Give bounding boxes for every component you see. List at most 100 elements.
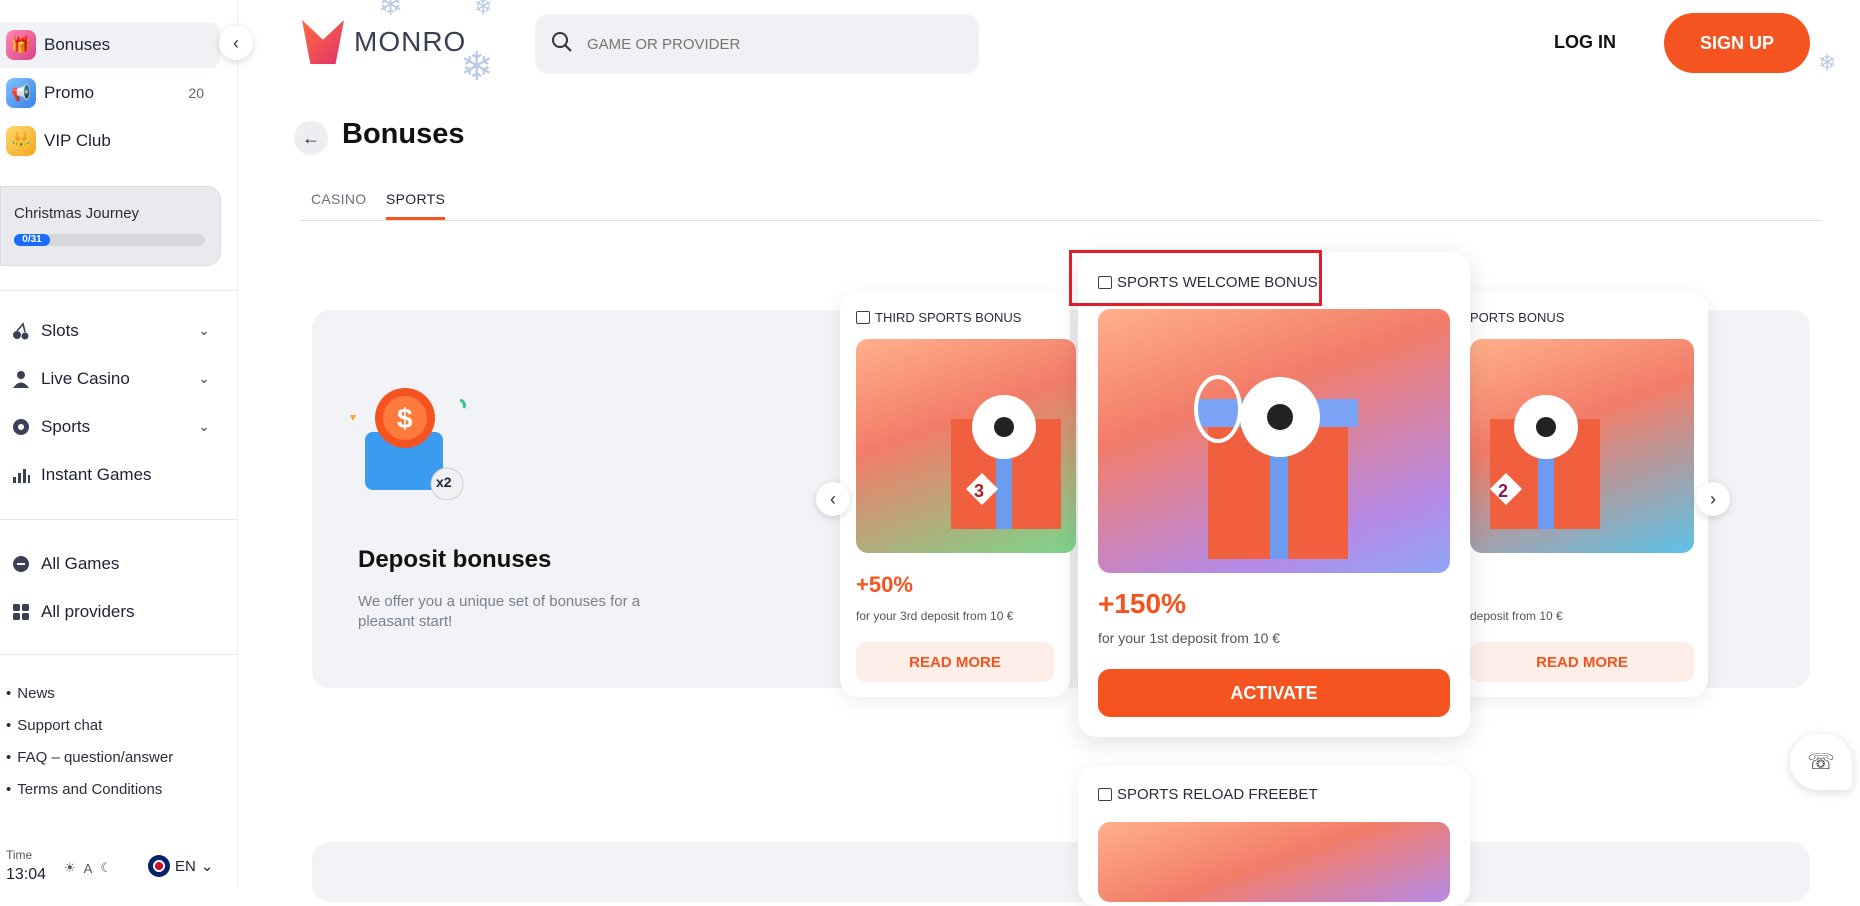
grid-icon <box>10 601 32 623</box>
games-icon <box>10 553 32 575</box>
card-title: SPORTS RELOAD FREEBET <box>1117 786 1318 803</box>
snowflake-icon: ❄ <box>1818 50 1837 75</box>
chart-icon <box>10 464 32 486</box>
sidebar-item-instant-games[interactable]: Instant Games <box>10 455 215 495</box>
sidebar-item-label: All providers <box>41 602 135 621</box>
bonus-card-image <box>1098 822 1450 902</box>
journey-progress-bar: 0/31 <box>14 234 205 246</box>
logo-mark-icon <box>302 20 344 64</box>
snowflake-icon: ❄ <box>474 0 493 19</box>
card-title: PORTS BONUS <box>1470 310 1565 325</box>
tab-sports[interactable]: SPORTS <box>386 191 446 220</box>
bonus-tabs: CASINO SPORTS <box>300 188 1822 221</box>
chevron-left-icon: ‹ <box>830 488 836 509</box>
auto-theme-icon[interactable]: A <box>84 861 93 876</box>
search-box[interactable] <box>535 14 979 74</box>
promo-count: 20 <box>188 85 204 101</box>
search-input[interactable] <box>587 35 947 53</box>
journey-progress-label: 0/31 <box>14 234 50 246</box>
card-header: THIRD SPORTS BONUS <box>856 310 1021 325</box>
sidebar-item-label: Bonuses <box>44 35 111 54</box>
sidebar-item-label: All Games <box>41 554 120 573</box>
sidebar-item-sports[interactable]: Sports ⌄ <box>10 407 215 447</box>
sidebar-item-promo[interactable]: 📢 Promo 20 <box>0 70 220 116</box>
ball-icon <box>10 416 32 438</box>
christmas-journey-card[interactable]: Christmas Journey 0/31 <box>0 186 221 266</box>
arrow-left-icon: ← <box>302 127 320 148</box>
sun-icon[interactable]: ☀ <box>64 860 76 876</box>
bonus-card-image: 3 <box>856 339 1076 553</box>
cherry-icon <box>10 320 32 342</box>
login-button[interactable]: LOG IN <box>1530 22 1640 62</box>
sidebar-item-all-providers[interactable]: All providers <box>10 592 215 632</box>
activate-button[interactable]: ACTIVATE <box>1098 669 1450 717</box>
bonus-subtitle: deposit from 10 € <box>1470 609 1563 623</box>
sidebar-item-vip[interactable]: 👑 VIP Club <box>0 118 220 164</box>
sidebar-item-all-games[interactable]: All Games <box>10 544 215 584</box>
bonus-subtitle: for your 1st deposit from 10 € <box>1098 630 1281 646</box>
card-header: PORTS BONUS <box>1470 310 1564 325</box>
sidebar-collapse-button[interactable]: ‹ <box>219 26 253 60</box>
link-faq[interactable]: FAQ – question/answer <box>6 749 173 766</box>
sidebar-item-label: Live Casino <box>41 369 130 388</box>
carousel-next-button[interactable]: › <box>1696 482 1730 516</box>
deposit-bonuses-title: Deposit bonuses <box>358 546 552 573</box>
signup-button[interactable]: SIGN UP <box>1664 13 1810 73</box>
link-terms[interactable]: Terms and Conditions <box>6 781 162 798</box>
monro-logo[interactable]: MONRO <box>302 20 466 64</box>
search-icon <box>551 31 573 58</box>
bonus-percent: +150% <box>1098 588 1186 619</box>
bonus-card-image <box>1098 309 1450 573</box>
card-title: THIRD SPORTS BONUS <box>875 310 1022 325</box>
journey-title: Christmas Journey <box>14 205 140 222</box>
chevron-down-icon: ⌄ <box>200 858 214 875</box>
next-section <box>312 842 1810 902</box>
chevron-down-icon[interactable]: ⌄ <box>198 418 210 435</box>
time-value: 13:04 <box>6 866 47 883</box>
bonus-card-sports-reload-freebet[interactable]: SPORTS RELOAD FREEBET <box>1078 766 1470 906</box>
sidebar-item-label: Promo <box>44 83 95 102</box>
sidebar-divider <box>0 290 238 291</box>
promo-icon: 📢 <box>6 78 36 108</box>
sidebar-item-label: VIP Club <box>44 131 111 150</box>
bonus-subtitle: for your 3rd deposit from 10 € <box>856 609 1014 623</box>
theme-switcher[interactable]: ☀ A ☾ <box>64 857 124 879</box>
link-news[interactable]: News <box>6 685 55 702</box>
back-button[interactable]: ← <box>294 121 328 155</box>
card-number: 3 <box>974 481 984 501</box>
bonus-card-sports-welcome[interactable]: SPORTS WELCOME BONUS +150% for your 1st … <box>1078 252 1470 737</box>
tab-casino[interactable]: CASINO <box>311 191 366 207</box>
page-title: Bonuses <box>342 118 465 150</box>
logo-text: MONRO <box>354 26 467 57</box>
gift-icon: 🎁 <box>6 30 36 60</box>
sidebar-item-bonuses[interactable]: 🎁 Bonuses <box>0 22 220 68</box>
support-chat-button[interactable]: ☏ <box>1790 734 1852 790</box>
moon-icon[interactable]: ☾ <box>100 860 112 876</box>
svg-text:$: $ <box>397 403 413 434</box>
read-more-button[interactable]: READ MORE <box>856 642 1054 682</box>
gift-icon <box>1098 788 1112 801</box>
deposit-illustration: $ <box>345 380 475 501</box>
time-label: Time <box>6 848 33 862</box>
uk-flag-icon <box>148 855 170 877</box>
card-header: SPORTS RELOAD FREEBET <box>1098 786 1318 803</box>
language-selector[interactable]: EN ⌄ <box>148 855 213 877</box>
link-support-chat[interactable]: Support chat <box>6 717 102 734</box>
sidebar-item-slots[interactable]: Slots ⌄ <box>10 311 215 351</box>
sidebar-item-label: Slots <box>41 321 79 340</box>
bonus-card-third-sports[interactable]: THIRD SPORTS BONUS 3 +50% for your 3rd d… <box>840 292 1076 697</box>
sidebar-item-live-casino[interactable]: Live Casino ⌄ <box>10 359 215 399</box>
read-more-button[interactable]: READ MORE <box>1470 642 1694 682</box>
gift-icon <box>856 311 870 324</box>
bonus-percent: +50% <box>856 572 913 597</box>
chevron-down-icon[interactable]: ⌄ <box>198 370 210 387</box>
sidebar: 🎁 Bonuses 📢 Promo 20 👑 VIP Club Christma… <box>0 0 238 888</box>
dealer-icon <box>10 368 32 390</box>
chevron-down-icon[interactable]: ⌄ <box>198 322 210 339</box>
language-label: EN <box>175 857 196 875</box>
bonus-card-image: 2 <box>1470 339 1694 553</box>
chevron-right-icon: › <box>1710 488 1716 509</box>
deposit-bonuses-text: We offer you a unique set of bonuses for… <box>358 593 641 630</box>
highlight-box <box>1069 250 1322 306</box>
carousel-prev-button[interactable]: ‹ <box>816 482 850 516</box>
